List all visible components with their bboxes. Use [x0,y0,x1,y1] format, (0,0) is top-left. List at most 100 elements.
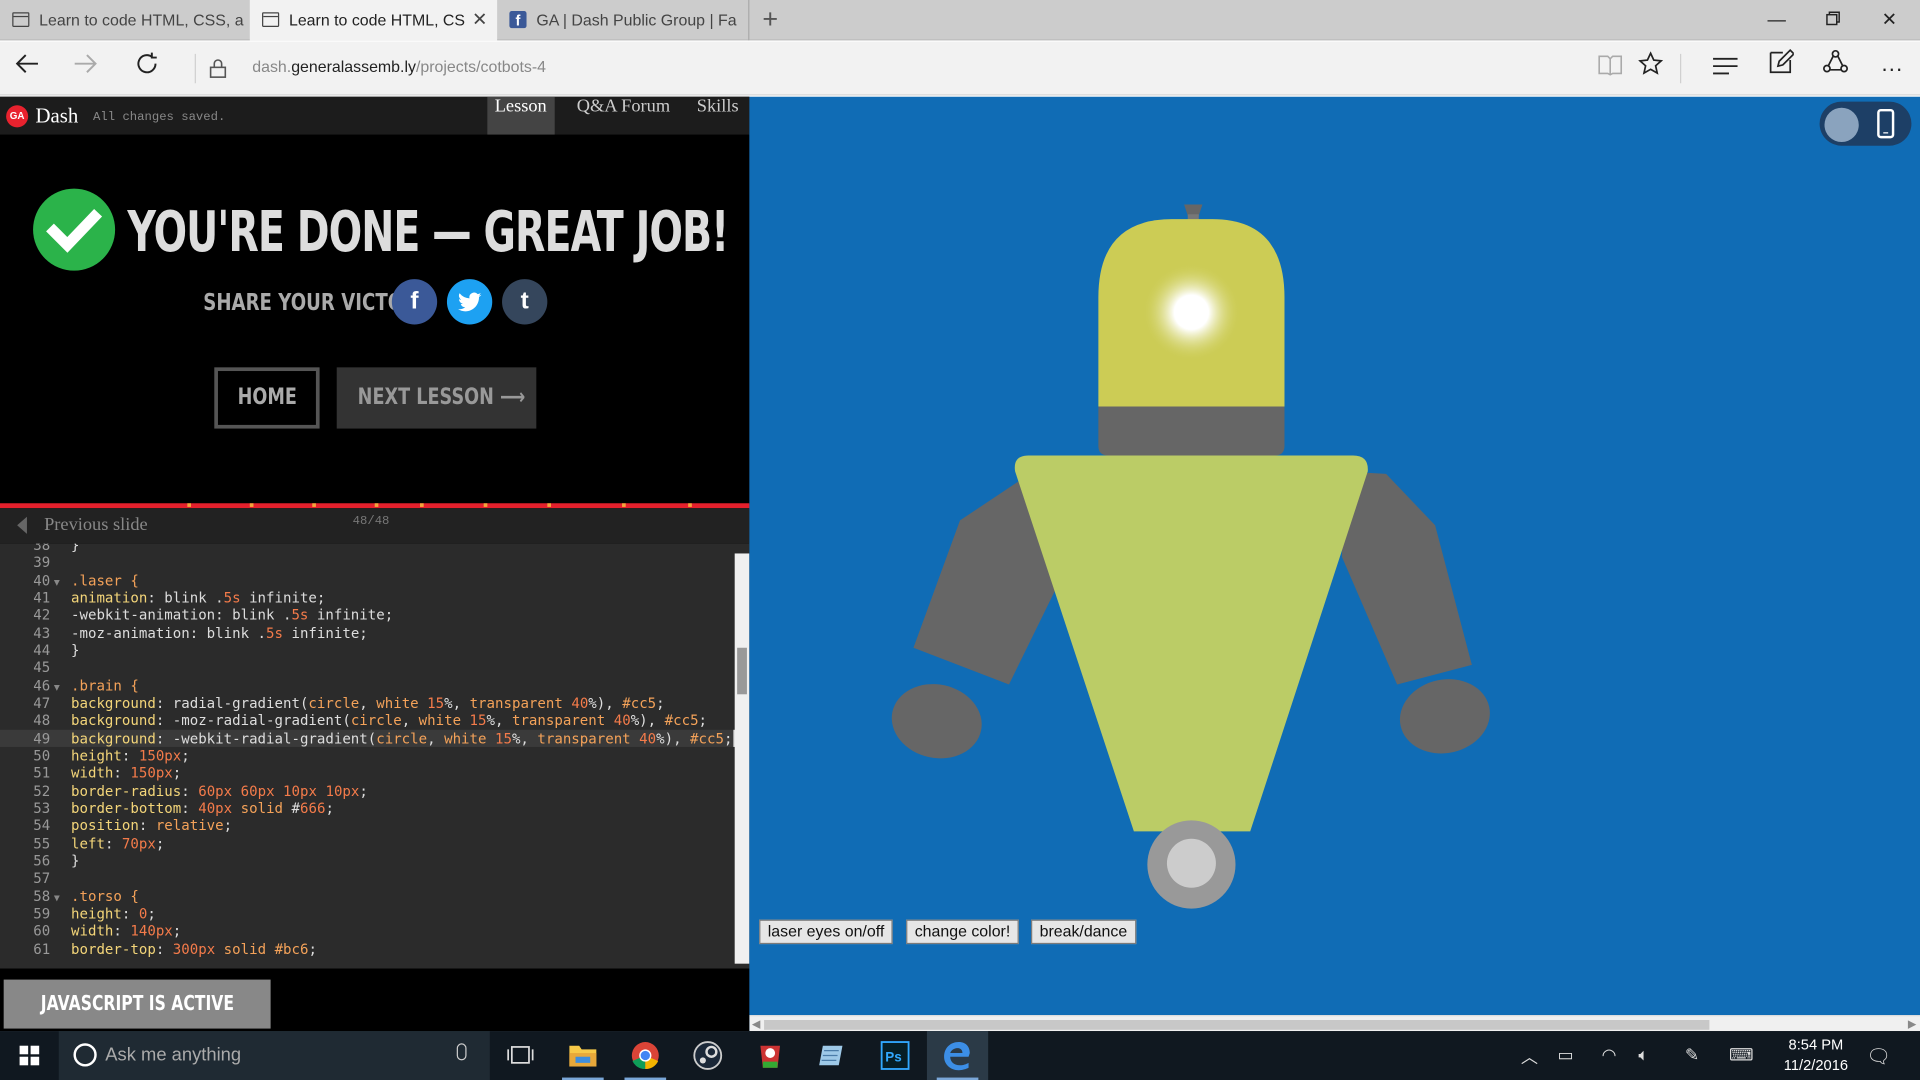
code-line[interactable]: 38} [0,544,735,554]
game-taskbar-icon[interactable] [740,1031,801,1080]
line-number: 56 [33,852,51,870]
web-note-button[interactable] [1760,48,1802,88]
checkmark-icon [33,188,116,271]
scroll-right-icon[interactable]: ▶ [1908,1018,1916,1031]
edge-taskbar-icon[interactable] [926,1031,989,1080]
code-line[interactable]: 54 position: relative; [0,817,735,835]
cortana-search-box[interactable]: Ask me anything [58,1031,490,1080]
restore-button[interactable] [1805,0,1861,40]
back-button[interactable] [7,49,46,88]
battery-icon[interactable]: ▭ [1558,1044,1574,1065]
code-line[interactable]: 45 [0,659,735,677]
scroll-left-icon[interactable]: ◀ [752,1018,760,1031]
browser-tab-1[interactable]: Learn to code HTML, CSS, a [0,0,250,40]
wifi-icon[interactable]: ◠ [1602,1044,1617,1065]
laser-eyes-toggle-button[interactable]: laser eyes on/off [759,919,893,945]
code-line[interactable]: 39 [0,554,735,572]
code-line[interactable]: 56} [0,852,735,870]
volume-icon[interactable]: 🔈︎ [1638,1044,1648,1065]
preview-horizontal-scrollbar[interactable]: ◀ ▶ [749,1015,1920,1032]
code-line[interactable]: 50 height: 150px; [0,747,735,765]
forward-button[interactable] [66,49,105,88]
editor-scrollbar[interactable] [734,553,750,964]
scroll-thumb[interactable] [764,1020,1710,1030]
browser-tab-3[interactable]: f GA | Dash Public Group | Fa [497,0,750,41]
facebook-icon: f [509,11,527,29]
break-dance-button[interactable]: break/dance [1031,919,1136,945]
reading-view-button[interactable] [1589,49,1631,88]
nav-tab-lesson[interactable]: Lesson [487,96,555,135]
chevron-left-icon[interactable] [17,516,27,534]
code-line[interactable]: 55 left: 70px; [0,835,735,853]
code-line[interactable]: 40 ▼ .laser { [0,571,735,589]
code-line[interactable]: 49 background: -webkit-radial-gradient(ci… [0,729,735,747]
more-menu-button[interactable]: ··· [1871,49,1913,88]
line-number: 45 [33,659,51,677]
system-clock[interactable]: 8:54 PM 11/2/2016 [1773,1035,1859,1077]
robot-illustration [891,204,1490,909]
desktop: Learn to code HTML, CSS, a Learn to code… [0,0,1920,1080]
previous-slide-link[interactable]: Previous slide [44,516,148,537]
code-editor[interactable]: 38} 39 40 ▼ .laser {41 animation: blink .5s i… [0,543,750,969]
nav-tab-skills[interactable]: Skills [689,97,746,135]
change-color-button[interactable]: change color! [906,919,1019,945]
code-line[interactable]: 59 height: 0; [0,905,735,923]
action-center-icon[interactable]: 🗨︎ [1866,1044,1891,1068]
url-domain: dash. [252,57,292,76]
microphone-icon[interactable] [456,1043,467,1061]
home-button[interactable]: HOME [214,367,320,429]
close-window-button[interactable]: ✕ [1861,0,1917,40]
code-line[interactable]: 41 animation: blink .5s infinite; [0,589,735,607]
code-line[interactable]: 53 border-bottom: 40px solid #666; [0,800,735,818]
code-line[interactable]: 47 background: radial-gradient(circle, wh… [0,694,735,712]
steam-taskbar-icon[interactable] [677,1031,738,1080]
code-line[interactable]: 44} [0,642,735,660]
code-line[interactable]: 60 width: 140px; [0,922,735,940]
notepad-taskbar-icon[interactable] [802,1031,863,1080]
start-button[interactable] [0,1031,59,1080]
code-line[interactable]: 52 border-radius: 60px 60px 10px 10px; [0,782,735,800]
code-line[interactable]: 51 width: 150px; [0,764,735,782]
photoshop-taskbar-icon[interactable]: Ps [864,1031,925,1080]
ga-logo[interactable]: GA [6,105,29,128]
nav-tab-qa-forum[interactable]: Q&A Forum [569,97,677,135]
tumblr-share-button[interactable]: t [502,279,548,325]
tab-title: Learn to code HTML, CSS, a [39,11,244,30]
progress-tick [688,503,692,507]
file-explorer-taskbar-icon[interactable] [552,1031,613,1080]
code-line[interactable]: 46 ▼ .brain { [0,677,735,695]
browser-tab-2[interactable]: Learn to code HTML, CS ✕ [249,0,498,41]
refresh-button[interactable] [127,49,166,88]
editor-scroll-thumb[interactable] [737,647,747,695]
chrome-taskbar-icon[interactable] [615,1031,676,1080]
code-line[interactable]: 57 [0,870,735,888]
share-button[interactable] [1815,49,1857,88]
code-line[interactable]: 58 ▼ .torso { [0,887,735,905]
code-line[interactable]: 42 -webkit-animation: blink .5s infinite; [0,607,735,625]
new-tab-button[interactable]: + [757,0,784,40]
touch-keyboard-icon[interactable]: ⌨ [1729,1044,1754,1065]
right-arm [1342,471,1472,685]
facebook-share-button[interactable]: f [391,279,438,325]
url-field[interactable]: dash.generalassemb.ly/projects/cotbots-4 [252,58,546,76]
reading-view-icon [1598,55,1623,76]
minimize-button[interactable]: — [1749,0,1805,40]
line-number: 46 [33,676,51,694]
next-lesson-button[interactable]: NEXT LESSON ⟶ [336,367,537,429]
line-number: 48 [33,711,51,729]
code-line[interactable]: 48 background: -moz-radial-gradient(circl… [0,712,735,730]
show-hidden-icons[interactable]: ︿ [1521,1044,1538,1068]
code-line[interactable]: 61 border-top: 300px solid #bc6; [0,940,735,958]
hub-button[interactable] [1704,49,1746,88]
dash-brand[interactable]: Dash [36,104,79,128]
line-number: 38 [33,543,51,554]
favorite-button[interactable] [1630,49,1672,88]
web-note-icon [1769,48,1796,74]
code-line[interactable]: 43 -moz-animation: blink .5s infinite; [0,624,735,642]
pen-workspace-icon[interactable]: ✎ [1685,1044,1699,1065]
line-number: 47 [33,694,51,712]
javascript-active-button[interactable]: JAVASCRIPT IS ACTIVE [3,979,271,1029]
close-tab-icon[interactable]: ✕ [472,0,487,40]
twitter-share-button[interactable] [446,279,493,325]
task-view-button[interactable] [490,1031,551,1080]
